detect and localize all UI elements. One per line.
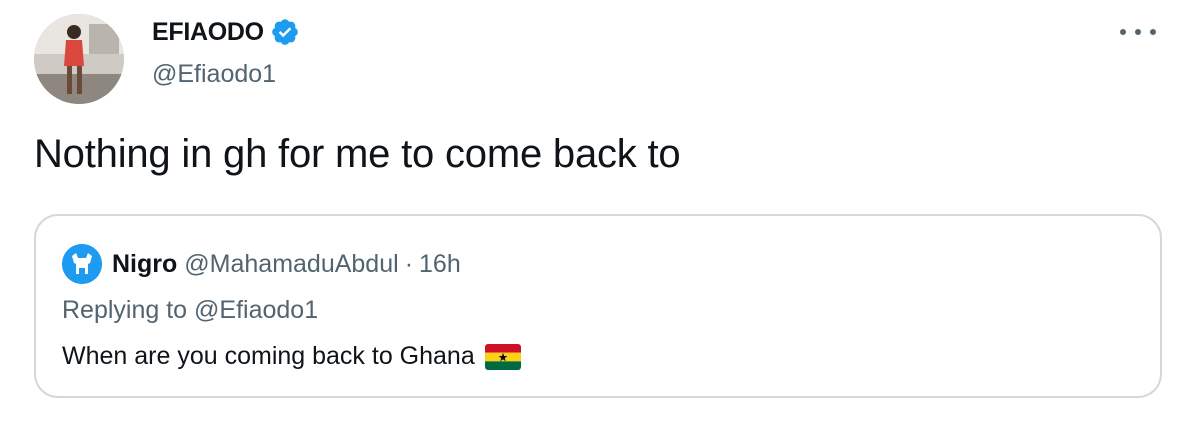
quoted-timestamp[interactable]: 16h bbox=[419, 250, 461, 279]
quoted-text-row: When are you coming back to Ghana bbox=[62, 342, 521, 371]
ghana-flag-icon bbox=[484, 343, 521, 370]
verified-badge-icon bbox=[270, 17, 300, 47]
quoted-tweet[interactable]: Nigro @MahamaduAbdul · 16h Replying to @… bbox=[34, 214, 1162, 398]
quoted-text: When are you coming back to Ghana bbox=[62, 342, 475, 370]
author-display-name[interactable]: EFIAODO bbox=[152, 18, 264, 47]
quoted-header: Nigro @MahamaduAbdul · 16h bbox=[62, 244, 461, 284]
tweet-text: Nothing in gh for me to come back to bbox=[34, 132, 681, 176]
quoted-avatar[interactable] bbox=[62, 244, 102, 284]
author-block: EFIAODO @Efiaodo1 bbox=[152, 14, 300, 89]
tweet-card: EFIAODO @Efiaodo1 Nothing in gh for me t… bbox=[0, 0, 1178, 432]
more-dot bbox=[1150, 29, 1156, 35]
name-row: EFIAODO bbox=[152, 14, 300, 50]
more-options-icon[interactable] bbox=[1120, 22, 1156, 42]
replying-to-text: Replying to @Efiaodo1 bbox=[62, 296, 319, 324]
more-dot bbox=[1120, 29, 1126, 35]
more-dot bbox=[1135, 29, 1141, 35]
author-handle[interactable]: @Efiaodo1 bbox=[152, 60, 300, 89]
quoted-handle[interactable]: @MahamaduAbdul bbox=[184, 250, 398, 279]
author-avatar[interactable] bbox=[34, 14, 124, 104]
quoted-display-name[interactable]: Nigro bbox=[112, 250, 177, 279]
dot-separator: · bbox=[404, 249, 414, 278]
